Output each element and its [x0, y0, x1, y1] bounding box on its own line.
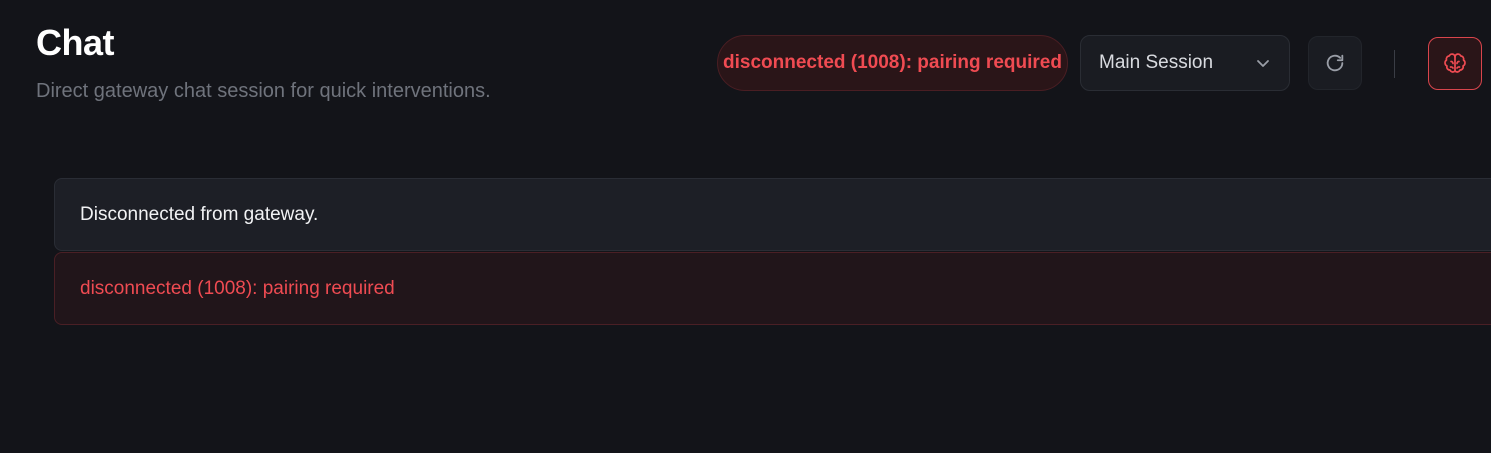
thinking-toggle-button[interactable] [1428, 37, 1482, 90]
page-subtitle: Direct gateway chat session for quick in… [36, 80, 491, 102]
message-text: Disconnected from gateway. [80, 203, 319, 225]
message-info: Disconnected from gateway. [54, 178, 1491, 251]
session-select[interactable]: Main Session [1080, 35, 1290, 91]
chat-page: Chat Direct gateway chat session for qui… [0, 0, 1491, 453]
refresh-icon [1324, 52, 1346, 74]
toolbar-divider [1394, 50, 1395, 78]
brain-icon [1443, 52, 1467, 76]
session-select-value: Main Session [1099, 52, 1214, 73]
message-text: disconnected (1008): pairing required [80, 277, 395, 299]
connection-status-badge: disconnected (1008): pairing required [717, 35, 1068, 91]
page-title: Chat [36, 22, 115, 63]
chevron-down-icon [1255, 55, 1271, 71]
message-error: disconnected (1008): pairing required [54, 252, 1491, 325]
refresh-button[interactable] [1308, 36, 1362, 90]
